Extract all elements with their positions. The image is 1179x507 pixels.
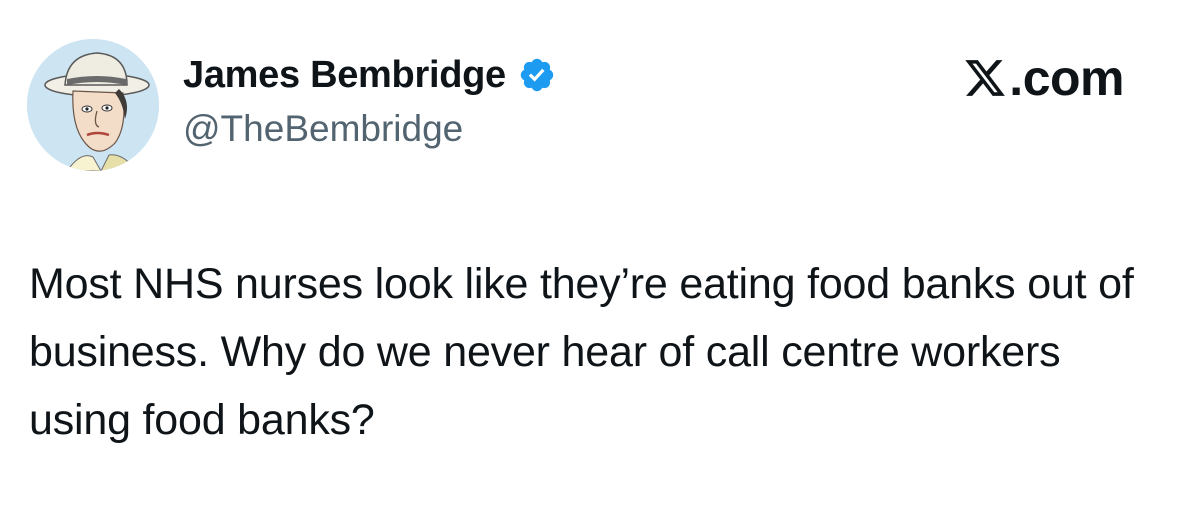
author-display-name[interactable]: James Bembridge (183, 52, 506, 98)
x-logo-icon (963, 56, 1007, 100)
verified-badge-icon (518, 56, 556, 94)
tweet-body-text: Most NHS nurses look like they’re eating… (29, 260, 1134, 444)
author-avatar[interactable] (27, 39, 159, 171)
caricature-avatar-image (27, 39, 159, 171)
x-brand: .com (963, 50, 1124, 106)
author-handle[interactable]: @TheBembridge (183, 107, 463, 151)
author-name-row: James Bembridge (183, 52, 556, 98)
tweet-card: James Bembridge @TheBembridge .com Most … (0, 0, 1179, 507)
brand-domain-text: .com (1009, 50, 1124, 106)
